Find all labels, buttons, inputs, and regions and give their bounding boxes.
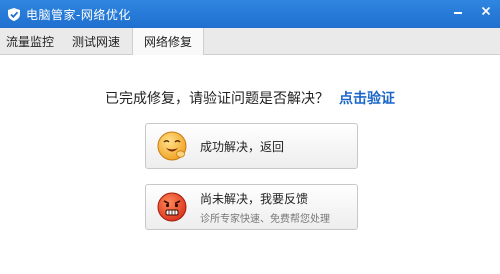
tab-bar: 流量监控 测试网速 网络修复: [0, 28, 500, 55]
title-bar: 电脑管家-网络优化: [0, 0, 500, 28]
tab-traffic-monitor[interactable]: 流量监控: [0, 28, 60, 54]
angry-face-icon: [157, 192, 187, 222]
resolved-label: 成功解决，返回: [200, 139, 285, 154]
happy-face-icon: [157, 131, 187, 161]
tab-label: 网络修复: [143, 35, 192, 49]
tab-speed-test[interactable]: 测试网速: [60, 28, 132, 54]
unresolved-label: 尚未解决，我要反馈: [200, 191, 309, 206]
verify-link[interactable]: 点击验证: [339, 91, 395, 107]
tab-network-repair[interactable]: 网络修复: [132, 28, 204, 55]
repair-question: 已完成修复，请验证问题是否解决？ 点击验证: [0, 88, 500, 108]
minimize-icon: [454, 12, 462, 14]
question-text: 已完成修复，请验证问题是否解决？: [105, 91, 329, 107]
close-button[interactable]: [472, 0, 500, 22]
close-icon: [481, 6, 491, 16]
unresolved-sublabel: 诊所专家快速、免费帮您处理: [200, 213, 330, 225]
tab-label: 测试网速: [71, 34, 120, 49]
unresolved-text: 尚未解决，我要反馈 诊所专家快速、免费帮您处理: [200, 190, 330, 225]
window-title: 电脑管家-网络优化: [26, 7, 131, 22]
tab-label: 流量监控: [5, 34, 54, 49]
resolved-button[interactable]: 成功解决，返回: [145, 123, 358, 169]
shield-logo-icon: [6, 6, 22, 22]
minimize-button[interactable]: [444, 0, 472, 22]
resolved-text: 成功解决，返回: [200, 138, 284, 155]
unresolved-feedback-button[interactable]: 尚未解决，我要反馈 诊所专家快速、免费帮您处理: [145, 184, 358, 230]
